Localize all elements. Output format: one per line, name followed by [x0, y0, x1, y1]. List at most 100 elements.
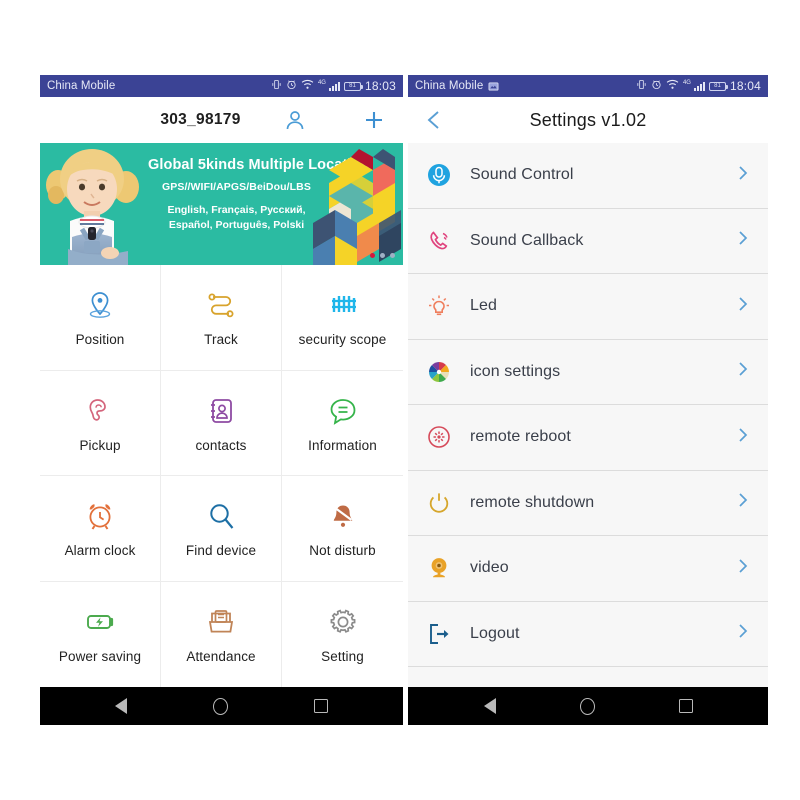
app-header: 303_98179: [40, 97, 403, 143]
signal-icon: [328, 81, 340, 91]
left-status-bar: China Mobile 4G 81 18:03: [40, 75, 403, 97]
nav-recents-icon[interactable]: [678, 699, 693, 713]
left-phone-screen: China Mobile 4G 81 18:03 303_98179 Globa…: [40, 75, 403, 725]
carousel-dot-3[interactable]: [390, 253, 395, 258]
banner-languages-line-1: English, Français, Русский,: [167, 204, 306, 216]
carousel-dots[interactable]: [370, 253, 395, 258]
battery-level: 81: [349, 83, 356, 89]
fence-icon: [326, 287, 360, 323]
nav-back-icon[interactable]: [483, 698, 496, 714]
webcam-icon: [426, 555, 460, 581]
settings-row-logout[interactable]: Logout: [408, 602, 768, 667]
carousel-dot-1[interactable]: [370, 253, 375, 258]
grid-label: Track: [204, 332, 238, 348]
battery-bolt-icon: [83, 604, 117, 640]
grid-item-pickup[interactable]: Pickup: [40, 370, 161, 476]
promo-banner[interactable]: Global 5kinds Multiple Location GPS//WIF…: [40, 143, 403, 265]
grid-label: Not disturb: [309, 543, 376, 559]
card-punch-icon: [204, 604, 238, 640]
settings-row-remote-reboot[interactable]: remote reboot: [408, 405, 768, 471]
settings-row-label: Led: [470, 297, 497, 315]
device-id-label[interactable]: 303_98179: [40, 111, 403, 129]
settings-row-label: Logout: [470, 624, 520, 642]
logout-arrow-icon: [426, 621, 460, 647]
chevron-right-icon: [734, 491, 752, 514]
wifi-icon: [301, 79, 314, 93]
grid-label: Alarm clock: [64, 543, 136, 559]
chevron-right-icon: [734, 360, 752, 383]
settings-row-label: Sound Control: [470, 166, 574, 184]
right-phone-screen: China Mobile 4G 81 18:04 Settings v1.02 …: [408, 75, 768, 725]
grid-item-security-scope[interactable]: security scope: [282, 265, 403, 371]
settings-row-sound-callback[interactable]: Sound Callback: [408, 209, 768, 274]
color-pinwheel-icon: [426, 359, 460, 385]
chevron-right-icon: [734, 622, 752, 645]
isometric-cubes-decoration: [313, 149, 401, 265]
vibrate-icon: [271, 79, 282, 93]
network-type-label: 4G: [317, 80, 326, 86]
chat-bubble-icon: [326, 393, 360, 429]
grid-item-power-saving[interactable]: Power saving: [40, 581, 161, 687]
carousel-dot-2[interactable]: [380, 253, 385, 258]
grid-item-contacts[interactable]: contacts: [161, 370, 282, 476]
dual-phone-screenshot: China Mobile 4G 81 18:03 303_98179 Globa…: [40, 75, 770, 725]
settings-row-sound-control[interactable]: Sound Control: [408, 143, 768, 209]
settings-row-icon-settings[interactable]: icon settings: [408, 340, 768, 405]
alarm-icon: [651, 79, 662, 93]
grid-label: security scope: [298, 332, 387, 348]
ear-icon: [83, 393, 117, 429]
grid-item-attendance[interactable]: Attendance: [161, 581, 282, 687]
carrier-label: China Mobile: [47, 80, 116, 92]
nav-home-icon[interactable]: [213, 697, 228, 715]
grid-item-position[interactable]: Position: [40, 265, 161, 371]
settings-row-led[interactable]: Led: [408, 274, 768, 340]
contact-book-icon: [204, 393, 238, 429]
right-status-bar: China Mobile 4G 81 18:04: [408, 75, 768, 97]
reboot-circle-icon: [426, 424, 460, 450]
alarm-icon: [286, 79, 297, 93]
nav-back-icon[interactable]: [115, 698, 127, 714]
grid-item-track[interactable]: Track: [161, 265, 282, 371]
grid-item-alarm-clock[interactable]: Alarm clock: [40, 476, 161, 582]
grid-label: Position: [75, 332, 125, 348]
settings-row-label: Sound Callback: [470, 231, 584, 249]
map-pin-icon: [83, 287, 117, 323]
grid-item-setting[interactable]: Setting: [282, 582, 403, 688]
grid-label: contacts: [195, 437, 247, 453]
vibrate-icon: [636, 79, 647, 93]
network-type-label: 4G: [682, 80, 691, 86]
lightbulb-icon: [426, 293, 460, 319]
feature-grid: Position Track security scope Pickup con…: [40, 265, 403, 687]
child-photo: [42, 145, 154, 265]
grid-item-information[interactable]: Information: [282, 371, 403, 476]
banner-headline: Global 5kinds Multiple Location: [148, 157, 370, 173]
phone-ring-icon: [426, 228, 460, 254]
nav-recents-icon[interactable]: [314, 699, 328, 713]
add-device-button[interactable]: [362, 108, 386, 132]
grid-item-not-disturb[interactable]: Not disturb: [282, 476, 403, 582]
signal-icon: [693, 81, 705, 91]
gear-icon: [326, 604, 360, 640]
grid-item-find-device[interactable]: Find device: [161, 476, 282, 582]
settings-row-label: remote shutdown: [470, 493, 595, 511]
wifi-icon: [666, 79, 679, 93]
settings-row-remote-shutdown[interactable]: remote shutdown: [408, 471, 768, 536]
nav-home-icon[interactable]: [579, 697, 595, 715]
grid-label: Pickup: [79, 437, 121, 453]
grid-label: Find device: [185, 543, 257, 559]
right-android-nav-bar: [408, 687, 768, 725]
settings-header: Settings v1.02: [408, 97, 768, 143]
grid-label: Power saving: [58, 649, 142, 665]
banner-text-block: Global 5kinds Multiple Location GPS//WIF…: [148, 157, 370, 233]
microphone-circle-icon: [426, 162, 460, 188]
settings-row-label: icon settings: [470, 362, 561, 380]
chevron-right-icon: [734, 557, 752, 580]
clock-label: 18:03: [364, 79, 396, 93]
settings-row-video[interactable]: video: [408, 536, 768, 602]
page-title: Settings v1.02: [529, 109, 647, 130]
person-icon[interactable]: [283, 108, 307, 137]
left-android-nav-bar: [40, 687, 403, 725]
clock-label: 18:04: [729, 79, 761, 93]
settings-row-label: remote reboot: [470, 428, 571, 446]
alarm-clock-icon: [83, 498, 117, 534]
